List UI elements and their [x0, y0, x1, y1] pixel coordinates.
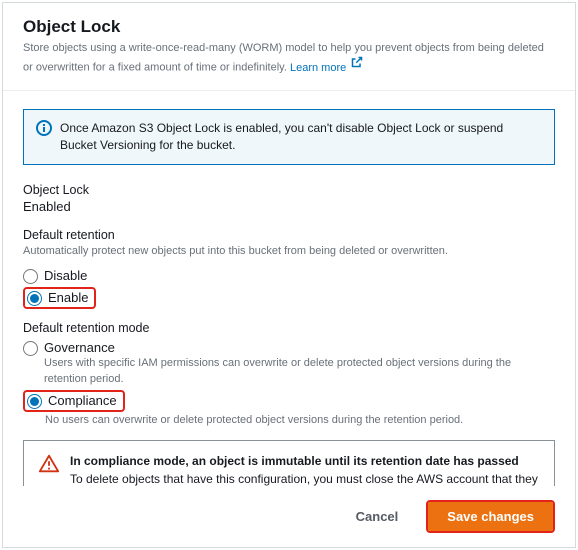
info-icon — [36, 120, 52, 136]
warning-icon — [38, 453, 60, 475]
warning-heading: In compliance mode, an object is immutab… — [70, 454, 519, 468]
mode-governance-radio[interactable] — [23, 341, 38, 356]
retention-disable-radio[interactable] — [23, 269, 38, 284]
retention-mode-label: Default retention mode — [23, 321, 555, 335]
mode-governance-label: Governance — [44, 340, 115, 355]
mode-compliance-label: Compliance — [48, 393, 117, 408]
highlight-compliance: Compliance — [23, 390, 125, 412]
mode-governance-option[interactable]: Governance Users with specific IAM permi… — [23, 337, 555, 390]
external-link-icon — [351, 56, 363, 73]
mode-compliance-desc: No users can overwrite or delete protect… — [45, 413, 555, 428]
info-alert: Once Amazon S3 Object Lock is enabled, y… — [23, 109, 555, 165]
object-lock-label: Object Lock — [23, 183, 555, 197]
mode-compliance-option[interactable]: Compliance — [27, 393, 117, 409]
retention-enable-label: Enable — [48, 290, 88, 305]
panel-title: Object Lock — [23, 17, 555, 37]
retention-mode-group: Governance Users with specific IAM permi… — [23, 337, 555, 428]
highlight-enable: Enable — [23, 287, 96, 309]
object-lock-value: Enabled — [23, 199, 555, 214]
retention-disable-option[interactable]: Disable — [23, 265, 555, 287]
save-changes-button[interactable]: Save changes — [428, 502, 553, 531]
retention-enable-radio[interactable] — [27, 291, 42, 306]
learn-more-link[interactable]: Learn more — [290, 62, 363, 74]
panel-body: Once Amazon S3 Object Lock is enabled, y… — [3, 91, 575, 486]
mode-compliance-radio[interactable] — [27, 394, 42, 409]
object-lock-panel: Object Lock Store objects using a write-… — [2, 2, 576, 548]
panel-footer: Cancel Save changes — [3, 486, 575, 547]
highlight-save: Save changes — [426, 500, 555, 533]
warning-content: In compliance mode, an object is immutab… — [70, 453, 540, 486]
compliance-warning: In compliance mode, an object is immutab… — [23, 440, 555, 486]
default-retention-label: Default retention — [23, 228, 555, 242]
default-retention-desc: Automatically protect new objects put in… — [23, 244, 555, 259]
panel-header: Object Lock Store objects using a write-… — [3, 3, 575, 91]
info-alert-text: Once Amazon S3 Object Lock is enabled, y… — [60, 120, 542, 154]
retention-disable-label: Disable — [44, 268, 87, 283]
cancel-button[interactable]: Cancel — [338, 500, 417, 533]
warning-body: To delete objects that have this configu… — [70, 472, 538, 486]
panel-description: Store objects using a write-once-read-ma… — [23, 41, 555, 76]
default-retention-group: Disable Enable — [23, 265, 555, 309]
retention-enable-option[interactable]: Enable — [27, 290, 88, 306]
mode-governance-desc: Users with specific IAM permissions can … — [44, 356, 555, 387]
